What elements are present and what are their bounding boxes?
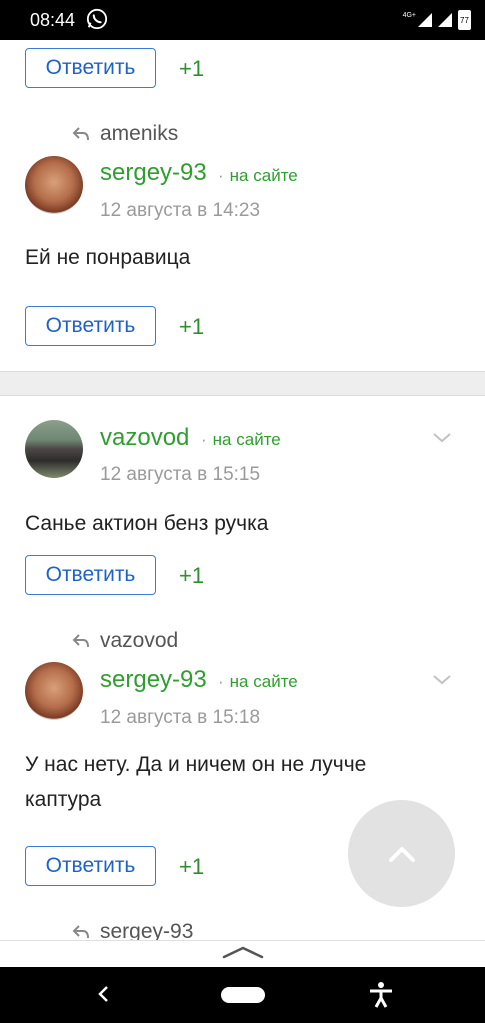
plus-one-button[interactable]: +1: [179, 56, 204, 82]
signal-icon-2: [438, 13, 452, 27]
online-label: на сайте: [229, 672, 298, 691]
signal-icon: [418, 13, 432, 27]
plus-one-button[interactable]: +1: [179, 854, 204, 880]
reply-arrow-icon: [72, 634, 89, 648]
comment-date: 12 августа в 14:23: [100, 200, 261, 221]
comment-card: Ответить +1 ameniks sergey-93 · на сайте …: [0, 40, 485, 372]
bottom-sheet-handle[interactable]: [0, 940, 485, 968]
avatar[interactable]: [25, 156, 83, 214]
reply-to-name: ameniks: [100, 122, 179, 145]
online-status: · на сайте: [218, 166, 298, 185]
comment-date: 12 августа в 15:18: [100, 707, 261, 728]
reply-arrow-icon: [72, 127, 89, 141]
avatar[interactable]: [25, 420, 83, 478]
plus-one-button[interactable]: +1: [179, 314, 204, 340]
battery-level: 77: [460, 15, 469, 25]
comment-text: Ей не понравица: [25, 246, 191, 269]
chevron-down-icon[interactable]: [432, 674, 452, 686]
reply-to-link[interactable]: sergey-93: [72, 920, 194, 942]
status-bar: 08:44 4G+ 77: [0, 0, 485, 40]
username[interactable]: vazovod: [100, 424, 189, 452]
reply-button[interactable]: Ответить: [25, 48, 156, 88]
status-time: 08:44: [30, 10, 76, 30]
online-status: · на сайте: [201, 430, 281, 449]
network-type: 4G+: [402, 11, 416, 19]
reply-button[interactable]: Ответить: [25, 846, 156, 886]
avatar[interactable]: [25, 662, 83, 720]
whatsapp-icon: [86, 8, 108, 30]
scroll-to-top-button[interactable]: [348, 800, 455, 907]
reply-to-name: sergey-93: [100, 920, 194, 942]
chevron-up-icon: [222, 946, 264, 959]
reply-button[interactable]: Ответить: [25, 555, 156, 595]
reply-arrow-icon: [72, 925, 89, 939]
reply-to-link[interactable]: ameniks: [72, 122, 178, 146]
reply-to-link[interactable]: vazovod: [72, 629, 178, 653]
home-button[interactable]: [221, 987, 265, 1003]
online-status: · на сайте: [218, 672, 298, 691]
chevron-up-icon: [388, 846, 415, 862]
comment-text: Санье актион бенз ручка: [25, 512, 269, 535]
back-icon[interactable]: [96, 983, 110, 1005]
online-label: на сайте: [229, 166, 298, 185]
username[interactable]: sergey-93: [100, 159, 207, 187]
chevron-down-icon[interactable]: [432, 432, 452, 444]
comment-date: 12 августа в 15:15: [100, 464, 261, 485]
battery-icon: 77: [458, 10, 471, 30]
plus-one-button[interactable]: +1: [179, 563, 204, 589]
status-icons: 4G+ 77: [403, 10, 471, 30]
accessibility-icon[interactable]: [368, 981, 394, 1009]
reply-button[interactable]: Ответить: [25, 306, 156, 346]
online-label: на сайте: [212, 430, 281, 449]
reply-to-name: vazovod: [100, 629, 179, 652]
username[interactable]: sergey-93: [100, 666, 207, 694]
